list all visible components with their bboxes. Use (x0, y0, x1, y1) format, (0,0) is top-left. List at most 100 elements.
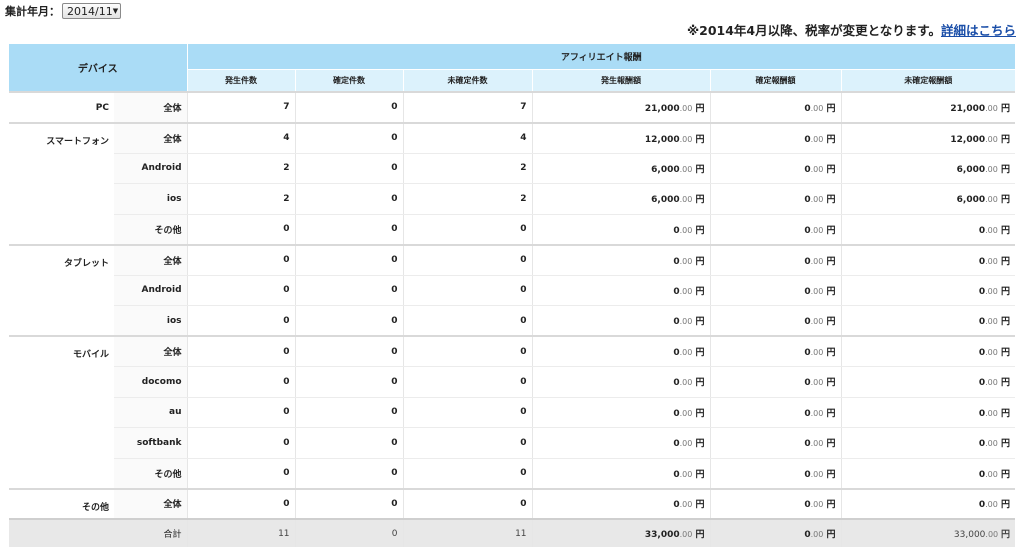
period-selector: 集計年月： 2014/11 ▼ (5, 3, 121, 19)
tax-notice-text: ※2014年4月以降、税率が変更となります。 (686, 23, 941, 38)
count-cell: 0 (295, 427, 404, 459)
column-header: 未確定報酬額 (841, 69, 1016, 92)
table-row: docomo 0 0 0 0.00 円 0.00 円 0.00 円 (9, 366, 1016, 398)
currency-label: 円 (695, 500, 705, 511)
count-cell: 0 (187, 275, 296, 306)
amount-integer: 6,000 (956, 195, 986, 206)
sub-device-cell: Android (114, 275, 188, 306)
amount-cell: 0.00 円 (841, 335, 1016, 367)
amount-cell: 0.00 円 (710, 487, 842, 520)
column-header: 未確定件数 (403, 69, 533, 92)
currency-label: 円 (1001, 195, 1011, 206)
amount-cell: 33,000.00 円 (532, 518, 711, 547)
column-header: 発生報酬額 (532, 69, 711, 92)
amount-cell: 0.00 円 (710, 243, 842, 276)
amount-cell: 0.00 円 (710, 121, 842, 154)
amount-cell: 6,000.00 円 (841, 183, 1016, 215)
sub-device-cell: その他 (114, 214, 188, 245)
amount-integer: 12,000 (950, 134, 986, 145)
sub-device-cell: その他 (114, 458, 188, 489)
count-cell: 0 (187, 305, 296, 337)
amount-decimal: .00 (985, 317, 998, 326)
count-cell: 7 (187, 91, 296, 123)
total-row: 合計 11 0 11 33,000.00 円 0.00 円 33,000.00 円 (9, 518, 1016, 547)
currency-label: 円 (1001, 103, 1011, 114)
count-cell: 0 (403, 397, 533, 428)
count-cell: 0 (187, 214, 296, 245)
amount-decimal: .00 (810, 134, 824, 144)
count-cell: 0 (187, 487, 296, 520)
amount-decimal: .00 (985, 103, 998, 113)
sub-device-cell: 全体 (114, 121, 188, 154)
currency-label: 円 (695, 439, 705, 450)
details-link[interactable]: 詳細はこちら (941, 23, 1016, 38)
currency-label: 円 (1001, 348, 1011, 358)
amount-cell: 21,000.00 円 (841, 91, 1016, 123)
amount-decimal: .00 (679, 408, 693, 418)
affiliate-report-table: デバイス アフィリエイト報酬 発生件数 確定件数 未確定件数 発生報酬額 確定報… (9, 44, 1016, 547)
total-label: 合計 (114, 518, 188, 547)
table-row: au 0 0 0 0.00 円 0.00 円 0.00 円 (9, 397, 1016, 428)
currency-label: 円 (1001, 408, 1011, 419)
amount-cell: 0.00 円 (841, 243, 1016, 276)
currency-label: 円 (695, 195, 705, 206)
count-cell: 0 (295, 153, 404, 184)
amount-cell: 0.00 円 (710, 305, 842, 337)
currency-label: 円 (1001, 500, 1011, 511)
table-row: その他 0 0 0 0.00 円 0.00 円 0.00 円 (9, 458, 1016, 489)
count-cell: 0 (295, 183, 404, 215)
count-cell: 0 (187, 335, 296, 367)
sub-device-cell: 全体 (114, 243, 188, 276)
count-cell: 0 (187, 366, 296, 398)
amount-cell: 6,000.00 円 (532, 183, 711, 215)
period-select[interactable]: 2014/11 ▼ (62, 3, 121, 19)
table-row: Android 2 0 2 6,000.00 円 0.00 円 6,000.00 円 (9, 153, 1016, 184)
currency-label: 円 (695, 348, 705, 358)
sub-device-cell: Android (114, 153, 188, 184)
amount-decimal: .00 (679, 500, 693, 510)
amount-cell: 0.00 円 (532, 487, 711, 520)
currency-label: 円 (826, 530, 836, 540)
count-cell: 0 (295, 243, 404, 276)
currency-label: 円 (695, 408, 705, 419)
amount-cell: 0.00 円 (532, 243, 711, 276)
count-cell: 0 (403, 275, 533, 306)
period-value: 2014/11 (67, 4, 113, 18)
currency-label: 円 (826, 378, 836, 389)
count-cell: 0 (295, 487, 404, 520)
amount-decimal: .00 (985, 408, 998, 418)
period-label: 集計年月： (5, 5, 60, 18)
device-cell: その他 (9, 487, 114, 520)
column-header: 確定報酬額 (710, 69, 842, 92)
amount-decimal: .00 (679, 530, 693, 539)
amount-decimal: .00 (679, 469, 693, 479)
sub-device-cell: ios (114, 183, 188, 215)
currency-label: 円 (826, 256, 836, 267)
device-cell: モバイル (9, 335, 114, 489)
amount-cell: 0.00 円 (532, 427, 711, 459)
amount-cell: 21,000.00 円 (532, 91, 711, 123)
amount-cell: 0.00 円 (710, 518, 842, 547)
amount-cell: 0.00 円 (532, 305, 711, 337)
tax-notice: ※2014年4月以降、税率が変更となります。詳細はこちら (687, 20, 1016, 39)
amount-cell: 0.00 円 (532, 335, 711, 367)
amount-cell: 0.00 円 (532, 275, 711, 306)
table-row: その他 全体 0 0 0 0.00 円 0.00 円 0.00 円 (9, 487, 1016, 520)
count-cell: 0 (403, 243, 533, 276)
amount-decimal: .00 (985, 225, 998, 235)
amount-decimal: .00 (985, 348, 998, 357)
amount-decimal: .00 (810, 439, 824, 449)
currency-label: 円 (695, 530, 705, 540)
count-cell: 2 (403, 183, 533, 215)
currency-label: 円 (1001, 225, 1011, 236)
amount-cell: 0.00 円 (841, 275, 1016, 306)
currency-label: 円 (826, 103, 836, 114)
count-cell: 0 (295, 214, 404, 245)
count-cell: 0 (403, 458, 533, 489)
count-cell: 2 (187, 183, 296, 215)
count-cell: 0 (403, 487, 533, 520)
count-cell: 0 (403, 427, 533, 459)
amount-integer: 33,000 (953, 530, 986, 540)
amount-integer: 6,000 (651, 195, 680, 206)
amount-decimal: .00 (810, 164, 824, 174)
